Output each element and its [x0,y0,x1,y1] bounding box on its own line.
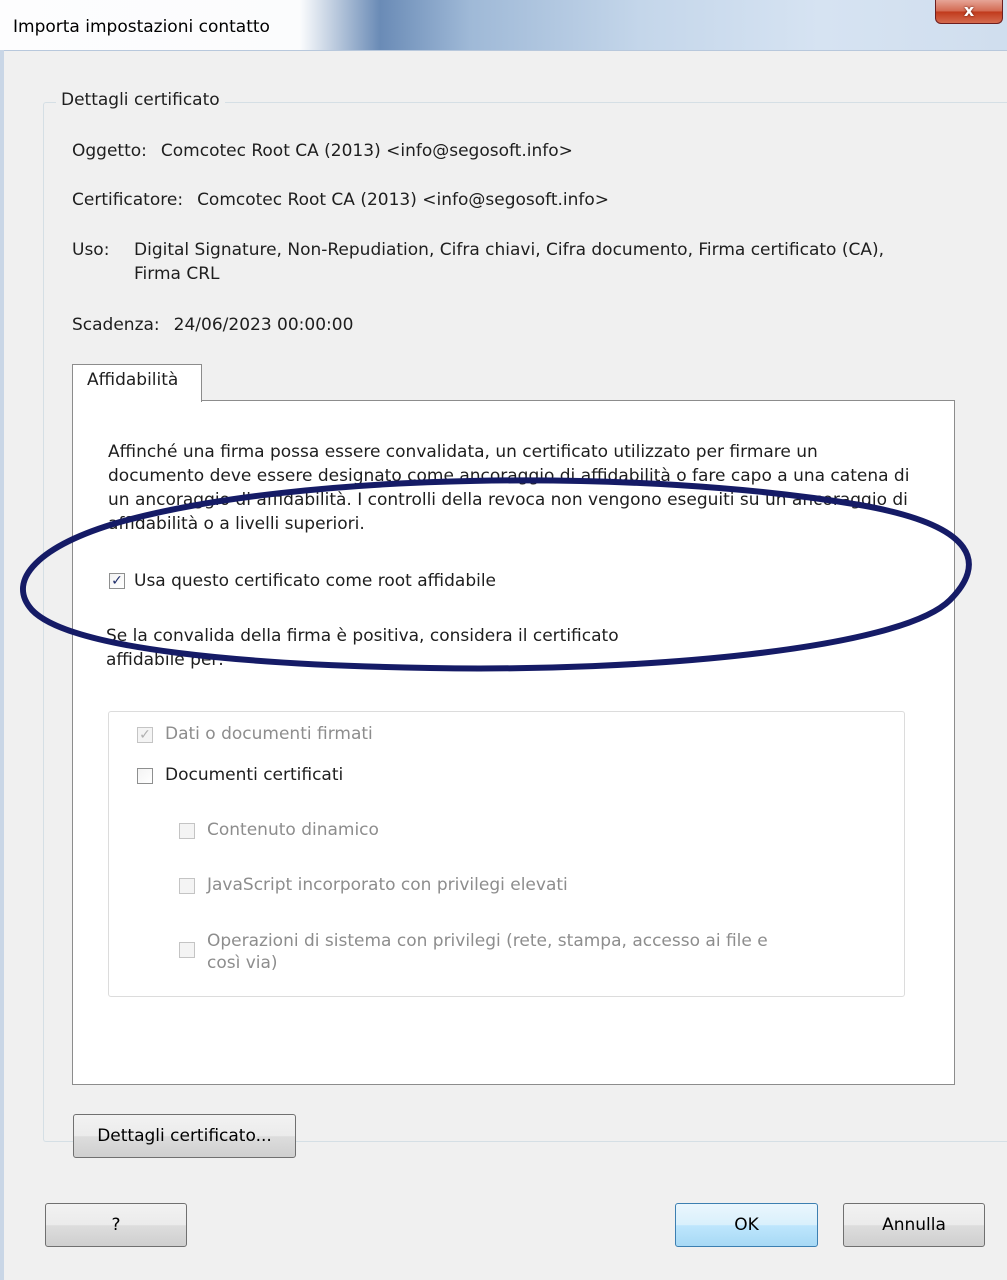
ok-button[interactable]: OK [675,1203,818,1247]
privileged-operations-label: Operazioni di sistema con privilegi (ret… [207,930,768,974]
subject-label: Oggetto: [72,141,147,161]
dynamic-content-label: Contenuto dinamico [207,820,379,840]
expiry-value: 24/06/2023 00:00:00 [173,315,354,335]
privileged-operations-line1: Operazioni di sistema con privilegi (ret… [207,931,768,951]
embedded-javascript-checkbox[interactable] [179,878,195,894]
window-title: Importa impostazioni contatto [13,17,270,37]
certificate-details-legend: Dettagli certificato [56,90,225,110]
dynamic-content-checkbox[interactable] [179,823,195,839]
trust-options-box: ✓ Dati o documenti firmati Documenti cer… [108,711,905,997]
root-trusted-label[interactable]: Usa questo certificato come root affidab… [134,570,496,592]
import-contact-settings-dialog: Importa impostazioni contatto x Dettagli… [0,0,1007,1280]
checkmark-icon: ✓ [111,573,123,589]
expiry-label: Scadenza: [72,315,160,335]
certified-documents-checkbox[interactable] [137,768,153,784]
trust-description: Affinché una firma possa essere convalid… [108,442,910,534]
subject-value: Comcotec Root CA (2013) <info@segosoft.i… [160,141,573,161]
trusted-for-text: Se la convalida della firma è positiva, … [106,624,706,672]
usage-value: Digital Signature, Non-Repudiation, Cifr… [134,240,885,284]
privileged-operations-checkbox[interactable] [179,942,195,958]
window-frame-edge [0,50,4,1280]
trust-tab-panel: Affinché una firma possa essere convalid… [72,400,955,1085]
subject-field: Oggetto: Comcotec Root CA (2013) <info@se… [72,139,573,163]
title-bar[interactable]: Importa impostazioni contatto x [0,0,1007,51]
issuer-field: Certificatore: Comcotec Root CA (2013) <i… [72,188,609,212]
tab-affidabilita[interactable]: Affidabilità [72,364,202,402]
signed-documents-checkbox[interactable]: ✓ [137,727,153,743]
expiry-field: Scadenza: 24/06/2023 00:00:00 [72,313,353,337]
usage-label: Uso: [72,240,110,260]
privileged-operations-line2: così via) [207,953,278,973]
checkmark-icon: ✓ [139,727,151,743]
trusted-for-line1: Se la convalida della firma è positiva, … [106,626,619,646]
issuer-value: Comcotec Root CA (2013) <info@segosoft.i… [197,190,610,210]
signed-documents-label: Dati o documenti firmati [165,724,373,744]
embedded-javascript-label: JavaScript incorporato con privilegi ele… [207,875,568,895]
cancel-button[interactable]: Annulla [843,1203,985,1247]
certificate-details-button[interactable]: Dettagli certificato... [73,1114,296,1158]
close-icon: x [963,1,975,20]
trusted-for-line2: affidabile per: [106,650,224,670]
close-button[interactable]: x [935,0,1003,24]
root-trusted-checkbox[interactable]: ✓ [109,573,125,589]
help-button[interactable]: ? [45,1203,187,1247]
issuer-label: Certificatore: [72,190,184,210]
certified-documents-label[interactable]: Documenti certificati [165,764,343,786]
